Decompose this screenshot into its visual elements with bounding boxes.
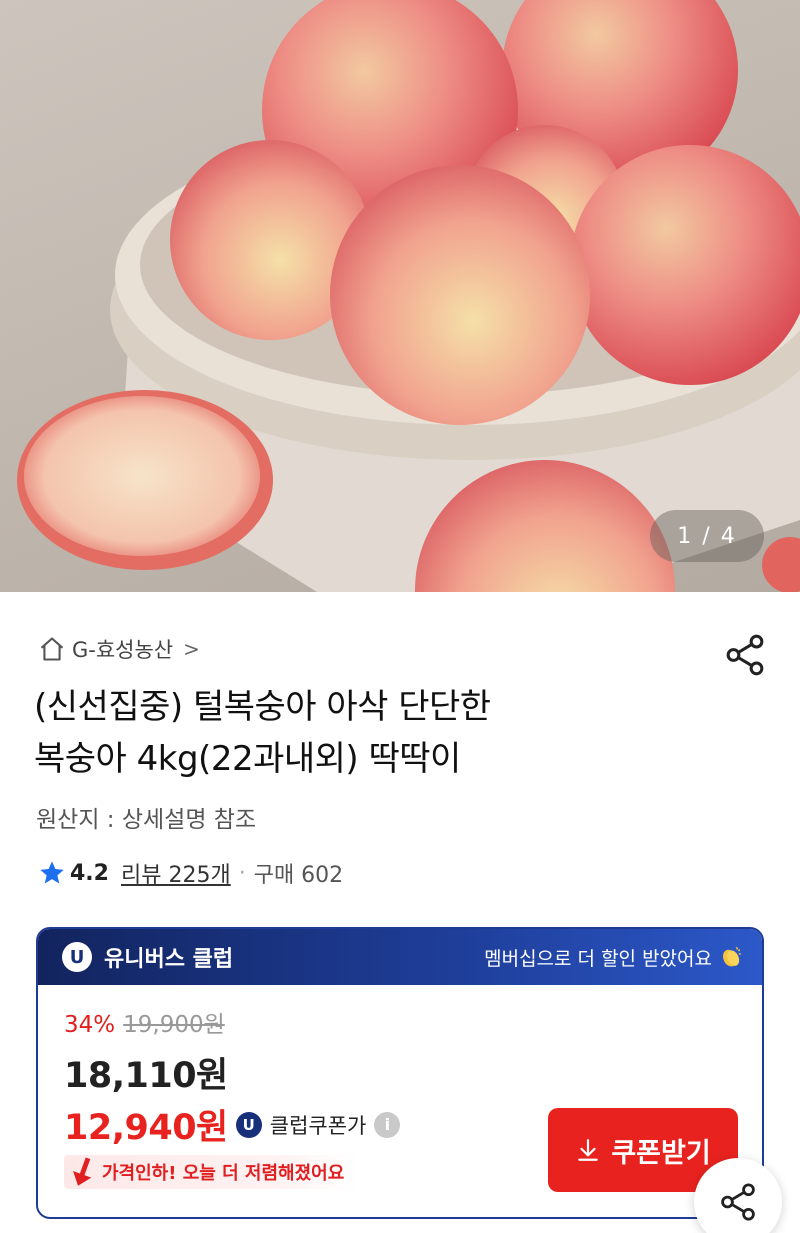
store-link[interactable]: G-효성농산 >: [38, 634, 200, 664]
info-icon[interactable]: i: [374, 1111, 401, 1138]
chevron-right-icon: >: [183, 637, 200, 661]
price-drop-text: 가격인하! 오늘 더 저렴해졌어요: [102, 1163, 345, 1184]
rating-score: 4.2: [70, 860, 109, 886]
discount-row: 34% 19,900원: [64, 1005, 225, 1039]
title-line-1: (신선집중) 털복숭아 아삭 단단한: [34, 687, 491, 727]
club-message-text: 멤버십으로 더 할인 받았어요: [484, 947, 712, 970]
sale-price: 18,110원: [64, 1056, 228, 1096]
price-drop-banner: 가격인하! 오늘 더 저렴해졌어요: [64, 1155, 361, 1189]
coupon-price-label: 클럽쿠폰가: [269, 1113, 367, 1138]
store-name: G-효성농산: [72, 638, 174, 662]
home-icon: [40, 637, 64, 661]
club-header[interactable]: U 유니버스 클럽 멤버십으로 더 할인 받았어요: [38, 929, 762, 985]
club-badge: U: [62, 942, 92, 972]
coupon-price-row: 12,940원 U 클럽쿠폰가 i: [64, 1099, 401, 1150]
club-message: 멤버십으로 더 할인 받았어요: [484, 944, 744, 971]
get-coupon-label: 쿠폰받기: [611, 1137, 711, 1169]
club-price-box: U 유니버스 클럽 멤버십으로 더 할인 받았어요 34% 19,900원 18…: [36, 927, 764, 1219]
product-title: (신선집중) 털복숭아 아삭 단단한 복숭아 4kg(22과내외) 딱딱이: [34, 681, 674, 785]
discount-percent: 34%: [64, 1012, 116, 1038]
title-line-2: 복숭아 4kg(22과내외) 딱딱이: [34, 739, 461, 779]
origin-text: 원산지 : 상세설명 참조: [36, 807, 257, 833]
purchase-count: 구매 602: [253, 863, 344, 888]
share-icon: [721, 1183, 755, 1221]
clap-icon: [722, 946, 741, 967]
peach-photo: [17, 0, 800, 592]
rating-row: 4.2 리뷰 225개 · 구매 602: [38, 857, 343, 889]
club-badge-small: U: [235, 1111, 262, 1138]
reviews-link[interactable]: 리뷰 225개: [121, 857, 231, 889]
star-icon: [40, 861, 64, 884]
download-icon: [578, 1139, 599, 1161]
image-counter: 1 / 4: [650, 510, 764, 562]
original-price: 19,900원: [123, 1012, 225, 1038]
product-image[interactable]: 1 / 4: [0, 0, 800, 592]
separator-dot: ·: [238, 860, 246, 886]
down-arrow-icon: [73, 1157, 92, 1186]
floating-share-button[interactable]: [694, 1158, 782, 1233]
club-name: 유니버스 클럽: [104, 947, 234, 972]
share-icon[interactable]: [722, 632, 768, 678]
coupon-price: 12,940원: [64, 1108, 228, 1148]
